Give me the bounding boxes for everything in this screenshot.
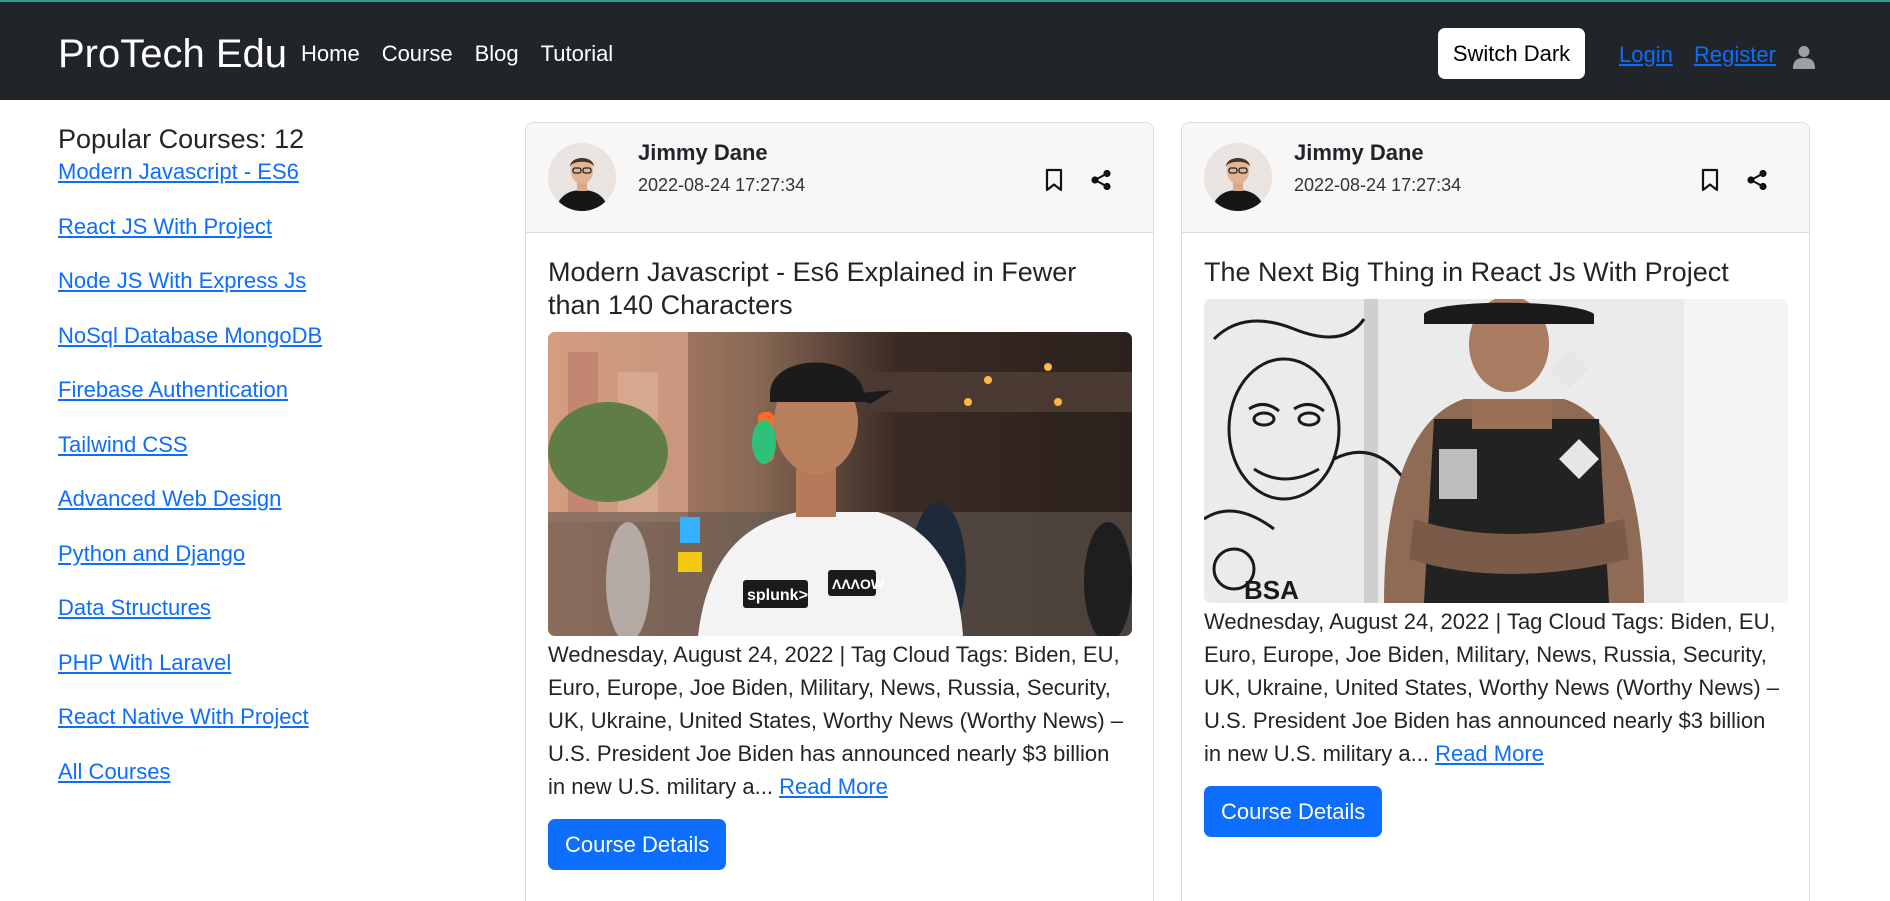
card-header: Jimmy Dane 2022-08-24 17:27:34 [526, 123, 1153, 233]
list-item: Modern Javascript - ES6 [58, 158, 478, 213]
course-details-button[interactable]: Course Details [548, 819, 727, 870]
avatar [548, 143, 616, 211]
nav-home[interactable]: Home [301, 40, 360, 68]
list-item: React JS With Project [58, 213, 478, 268]
main-nav: Home Course Blog Tutorial [301, 40, 613, 68]
course-link[interactable]: Modern Javascript - ES6 [58, 159, 299, 184]
read-more-link[interactable]: Read More [779, 774, 888, 799]
register-link[interactable]: Register [1694, 41, 1776, 69]
switch-dark-button[interactable]: Switch Dark [1438, 28, 1585, 79]
top-navbar: ProTech Edu Home Course Blog Tutorial Sw… [0, 0, 1890, 100]
course-list: Modern Javascript - ES6 React JS With Pr… [58, 158, 478, 812]
all-courses-link[interactable]: All Courses [58, 759, 170, 784]
brand-logo[interactable]: ProTech Edu [58, 30, 287, 78]
list-item: Node JS With Express Js [58, 267, 478, 322]
share-icon[interactable] [1090, 169, 1112, 191]
course-link[interactable]: Node JS With Express Js [58, 268, 306, 293]
course-link[interactable]: React JS With Project [58, 214, 272, 239]
course-link[interactable]: Python and Django [58, 541, 245, 566]
post-title: The Next Big Thing in React Js With Proj… [1204, 257, 1729, 287]
list-item: PHP With Laravel [58, 649, 478, 704]
post-excerpt: Wednesday, August 24, 2022 | Tag Cloud T… [1204, 605, 1788, 770]
course-link[interactable]: Advanced Web Design [58, 486, 281, 511]
list-item: Firebase Authentication [58, 376, 478, 431]
popular-courses-sidebar: Popular Courses: 12 Modern Javascript - … [58, 122, 478, 812]
course-link[interactable]: Data Structures [58, 595, 211, 620]
course-link[interactable]: Tailwind CSS [58, 432, 188, 457]
nav-tutorial[interactable]: Tutorial [541, 40, 614, 68]
author-name: Jimmy Dane [1294, 140, 1424, 165]
post-date: 2022-08-24 17:27:34 [1294, 175, 1462, 195]
user-icon[interactable] [1793, 45, 1815, 69]
login-link[interactable]: Login [1619, 41, 1673, 69]
card-body: Modern Javascript - Es6 Explained in Few… [548, 256, 1132, 870]
post-image: BSA [1204, 299, 1788, 603]
post-date: 2022-08-24 17:27:34 [638, 175, 806, 195]
post-card: Jimmy Dane 2022-08-24 17:27:34 The Next … [1181, 122, 1810, 901]
list-item: Advanced Web Design [58, 485, 478, 540]
course-link[interactable]: PHP With Laravel [58, 650, 231, 675]
post-excerpt: Wednesday, August 24, 2022 | Tag Cloud T… [548, 638, 1132, 803]
sponsor-label: ΛΛΛOW [832, 576, 885, 592]
list-item: Tailwind CSS [58, 431, 478, 486]
avatar [1204, 143, 1272, 211]
nav-blog[interactable]: Blog [475, 40, 519, 68]
list-item: NoSql Database MongoDB [58, 322, 478, 377]
course-link[interactable]: NoSql Database MongoDB [58, 323, 322, 348]
read-more-link[interactable]: Read More [1435, 741, 1544, 766]
list-item: React Native With Project [58, 703, 478, 758]
card-body: The Next Big Thing in React Js With Proj… [1204, 256, 1788, 837]
list-item: Python and Django [58, 540, 478, 595]
post-image: splunk> ΛΛΛOW [548, 332, 1132, 636]
list-item: All Courses [58, 758, 478, 813]
share-icon[interactable] [1746, 169, 1768, 191]
course-link[interactable]: React Native With Project [58, 704, 309, 729]
graffiti-text: BSA [1244, 575, 1299, 603]
sidebar-title: Popular Courses: 12 [58, 124, 305, 154]
bookmark-icon[interactable] [1044, 168, 1064, 192]
course-link[interactable]: Firebase Authentication [58, 377, 288, 402]
author-name: Jimmy Dane [638, 140, 768, 165]
sponsor-label: splunk> [747, 587, 808, 604]
nav-course[interactable]: Course [382, 40, 453, 68]
post-card: Jimmy Dane 2022-08-24 17:27:34 Modern Ja… [525, 122, 1154, 901]
card-header: Jimmy Dane 2022-08-24 17:27:34 [1182, 123, 1809, 233]
post-title: Modern Javascript - Es6 Explained in Few… [548, 257, 1077, 320]
bookmark-icon[interactable] [1700, 168, 1720, 192]
course-details-button[interactable]: Course Details [1204, 786, 1383, 837]
list-item: Data Structures [58, 594, 478, 649]
